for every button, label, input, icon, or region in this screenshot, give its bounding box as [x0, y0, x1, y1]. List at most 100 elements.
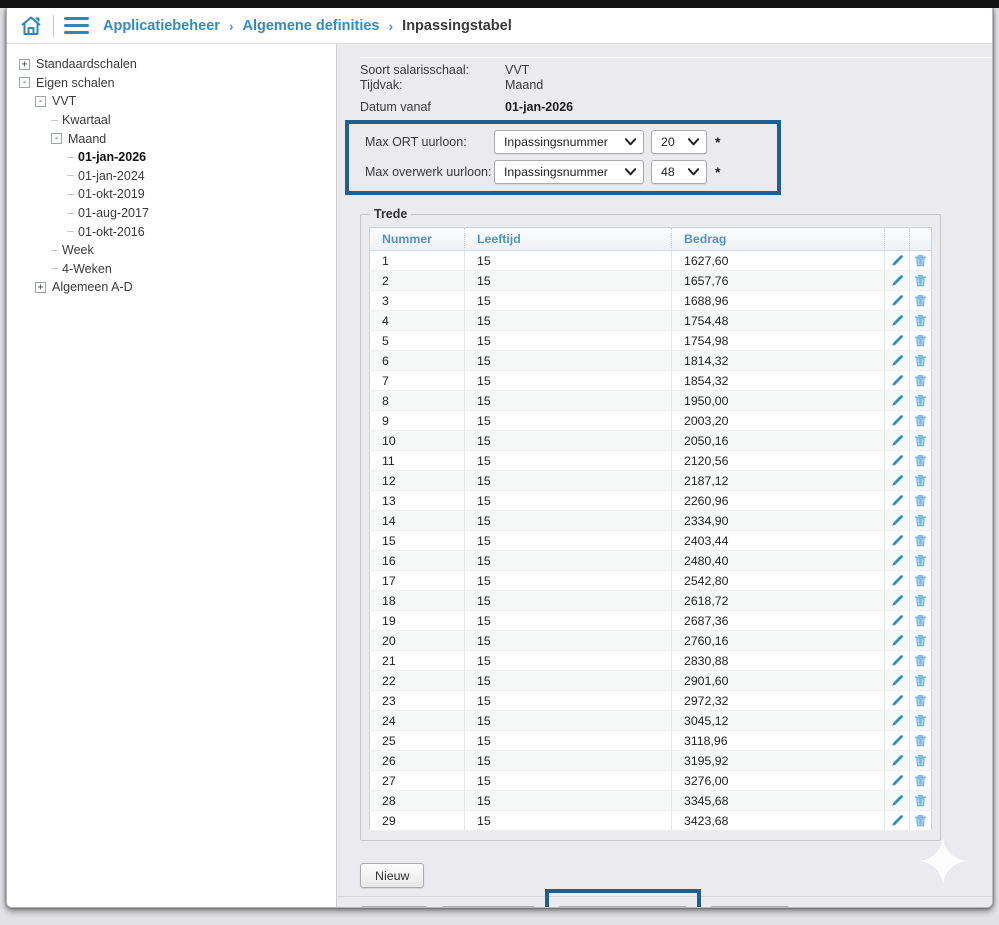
tree-label[interactable]: Eigen schalen	[36, 76, 115, 90]
tree-label[interactable]: Maand	[68, 132, 106, 146]
delete-row-button[interactable]	[910, 751, 932, 771]
edit-row-button[interactable]	[885, 551, 910, 571]
delete-row-button[interactable]	[910, 731, 932, 751]
delete-row-button[interactable]	[910, 511, 932, 531]
sluiten-button[interactable]: Sluiten	[360, 906, 428, 908]
edit-row-button[interactable]	[885, 751, 910, 771]
chevron-down-icon	[625, 168, 636, 176]
tree-label[interactable]: Standaardschalen	[36, 57, 137, 71]
edit-row-button[interactable]	[885, 471, 910, 491]
delete-row-button[interactable]	[910, 771, 932, 791]
nieuw-button[interactable]: Nieuw	[360, 863, 424, 888]
tree-label[interactable]: Kwartaal	[62, 113, 111, 127]
delete-row-button[interactable]	[910, 631, 932, 651]
delete-row-button[interactable]	[910, 351, 932, 371]
edit-row-button[interactable]	[885, 611, 910, 631]
tree-label[interactable]: 4-Weken	[62, 262, 112, 276]
menu-icon[interactable]	[64, 17, 89, 34]
edit-row-button[interactable]	[885, 811, 910, 831]
delete-row-button[interactable]	[910, 291, 932, 311]
edit-row-button[interactable]	[885, 651, 910, 671]
trede-table-row: 18 15 2618,72	[370, 591, 932, 611]
collapse-icon[interactable]: -	[51, 133, 62, 144]
edit-row-button[interactable]	[885, 331, 910, 351]
edit-row-button[interactable]	[885, 251, 910, 271]
edit-row-button[interactable]	[885, 691, 910, 711]
delete-row-button[interactable]	[910, 571, 932, 591]
column-header-nummer[interactable]: Nummer	[370, 228, 465, 251]
edit-row-button[interactable]	[885, 371, 910, 391]
delete-row-button[interactable]	[910, 371, 932, 391]
expand-icon[interactable]: +	[35, 282, 46, 293]
edit-row-button[interactable]	[885, 671, 910, 691]
delete-row-button[interactable]	[910, 471, 932, 491]
delete-row-button[interactable]	[910, 711, 932, 731]
tijdvak-value: Maand	[505, 78, 543, 93]
tree-label[interactable]: 01-jan-2026	[78, 150, 146, 164]
edit-row-button[interactable]	[885, 291, 910, 311]
delete-row-button[interactable]	[910, 791, 932, 811]
delete-row-button[interactable]	[910, 431, 932, 451]
column-header-leeftijd[interactable]: Leeftijd	[465, 228, 672, 251]
delete-row-button[interactable]	[910, 271, 932, 291]
delete-row-button[interactable]	[910, 591, 932, 611]
edit-row-button[interactable]	[885, 711, 910, 731]
delete-row-button[interactable]	[910, 451, 932, 471]
max-overwerk-type-select[interactable]: Inpassingsnummer	[494, 160, 644, 184]
breadcrumb-applicatiebeheer[interactable]: Applicatiebeheer	[103, 18, 220, 34]
tree-label[interactable]: 01-jan-2024	[78, 169, 145, 183]
delete-row-button[interactable]	[910, 311, 932, 331]
edit-row-button[interactable]	[885, 591, 910, 611]
delete-row-button[interactable]	[910, 651, 932, 671]
cell-nummer: 12	[370, 471, 465, 491]
max-overwerk-number-select[interactable]: 48	[651, 160, 707, 184]
collapse-icon[interactable]: -	[19, 77, 30, 88]
delete-row-button[interactable]	[910, 331, 932, 351]
tree-label[interactable]: 01-okt-2016	[78, 225, 145, 239]
cell-bedrag: 2480,40	[672, 551, 885, 571]
kopieren-button[interactable]: Kopiëren	[710, 906, 790, 908]
max-ort-type-select[interactable]: Inpassingsnummer	[494, 130, 644, 154]
edit-row-button[interactable]	[885, 511, 910, 531]
max-ort-number-select[interactable]: 20	[651, 130, 707, 154]
edit-row-button[interactable]	[885, 791, 910, 811]
verwijderen-button[interactable]: Verwijderen	[441, 906, 536, 908]
delete-row-button[interactable]	[910, 251, 932, 271]
edit-row-button[interactable]	[885, 271, 910, 291]
delete-row-button[interactable]	[910, 491, 932, 511]
delete-row-button[interactable]	[910, 551, 932, 571]
tree-label[interactable]: Week	[62, 243, 94, 257]
expand-icon[interactable]: +	[19, 59, 30, 70]
edit-row-button[interactable]	[885, 311, 910, 331]
delete-row-button[interactable]	[910, 671, 932, 691]
cell-bedrag: 2687,36	[672, 611, 885, 631]
edit-row-button[interactable]	[885, 631, 910, 651]
column-header-bedrag[interactable]: Bedrag	[672, 228, 885, 251]
breadcrumb-algemene-definities[interactable]: Algemene definities	[243, 18, 380, 34]
edit-row-button[interactable]	[885, 451, 910, 471]
tree-label[interactable]: 01-okt-2019	[78, 187, 145, 201]
tree-connector	[67, 194, 74, 195]
edit-row-button[interactable]	[885, 491, 910, 511]
collapse-icon[interactable]: -	[35, 96, 46, 107]
tree-label[interactable]: Algemeen A-D	[52, 280, 133, 294]
edit-row-button[interactable]	[885, 411, 910, 431]
edit-row-button[interactable]	[885, 731, 910, 751]
delete-row-button[interactable]	[910, 611, 932, 631]
tree-label[interactable]: VVT	[52, 94, 76, 108]
edit-row-button[interactable]	[885, 431, 910, 451]
edit-row-button[interactable]	[885, 571, 910, 591]
delete-row-button[interactable]	[910, 391, 932, 411]
schalen-bijwerken-button[interactable]: Schalen bijwerken	[558, 906, 689, 908]
edit-row-button[interactable]	[885, 391, 910, 411]
home-icon[interactable]	[19, 14, 43, 38]
edit-row-button[interactable]	[885, 531, 910, 551]
delete-row-button[interactable]	[910, 691, 932, 711]
edit-row-button[interactable]	[885, 771, 910, 791]
trede-table-row: 5 15 1754,98	[370, 331, 932, 351]
delete-row-button[interactable]	[910, 531, 932, 551]
edit-row-button[interactable]	[885, 351, 910, 371]
delete-row-button[interactable]	[910, 811, 932, 831]
delete-row-button[interactable]	[910, 411, 932, 431]
tree-label[interactable]: 01-aug-2017	[78, 206, 149, 220]
